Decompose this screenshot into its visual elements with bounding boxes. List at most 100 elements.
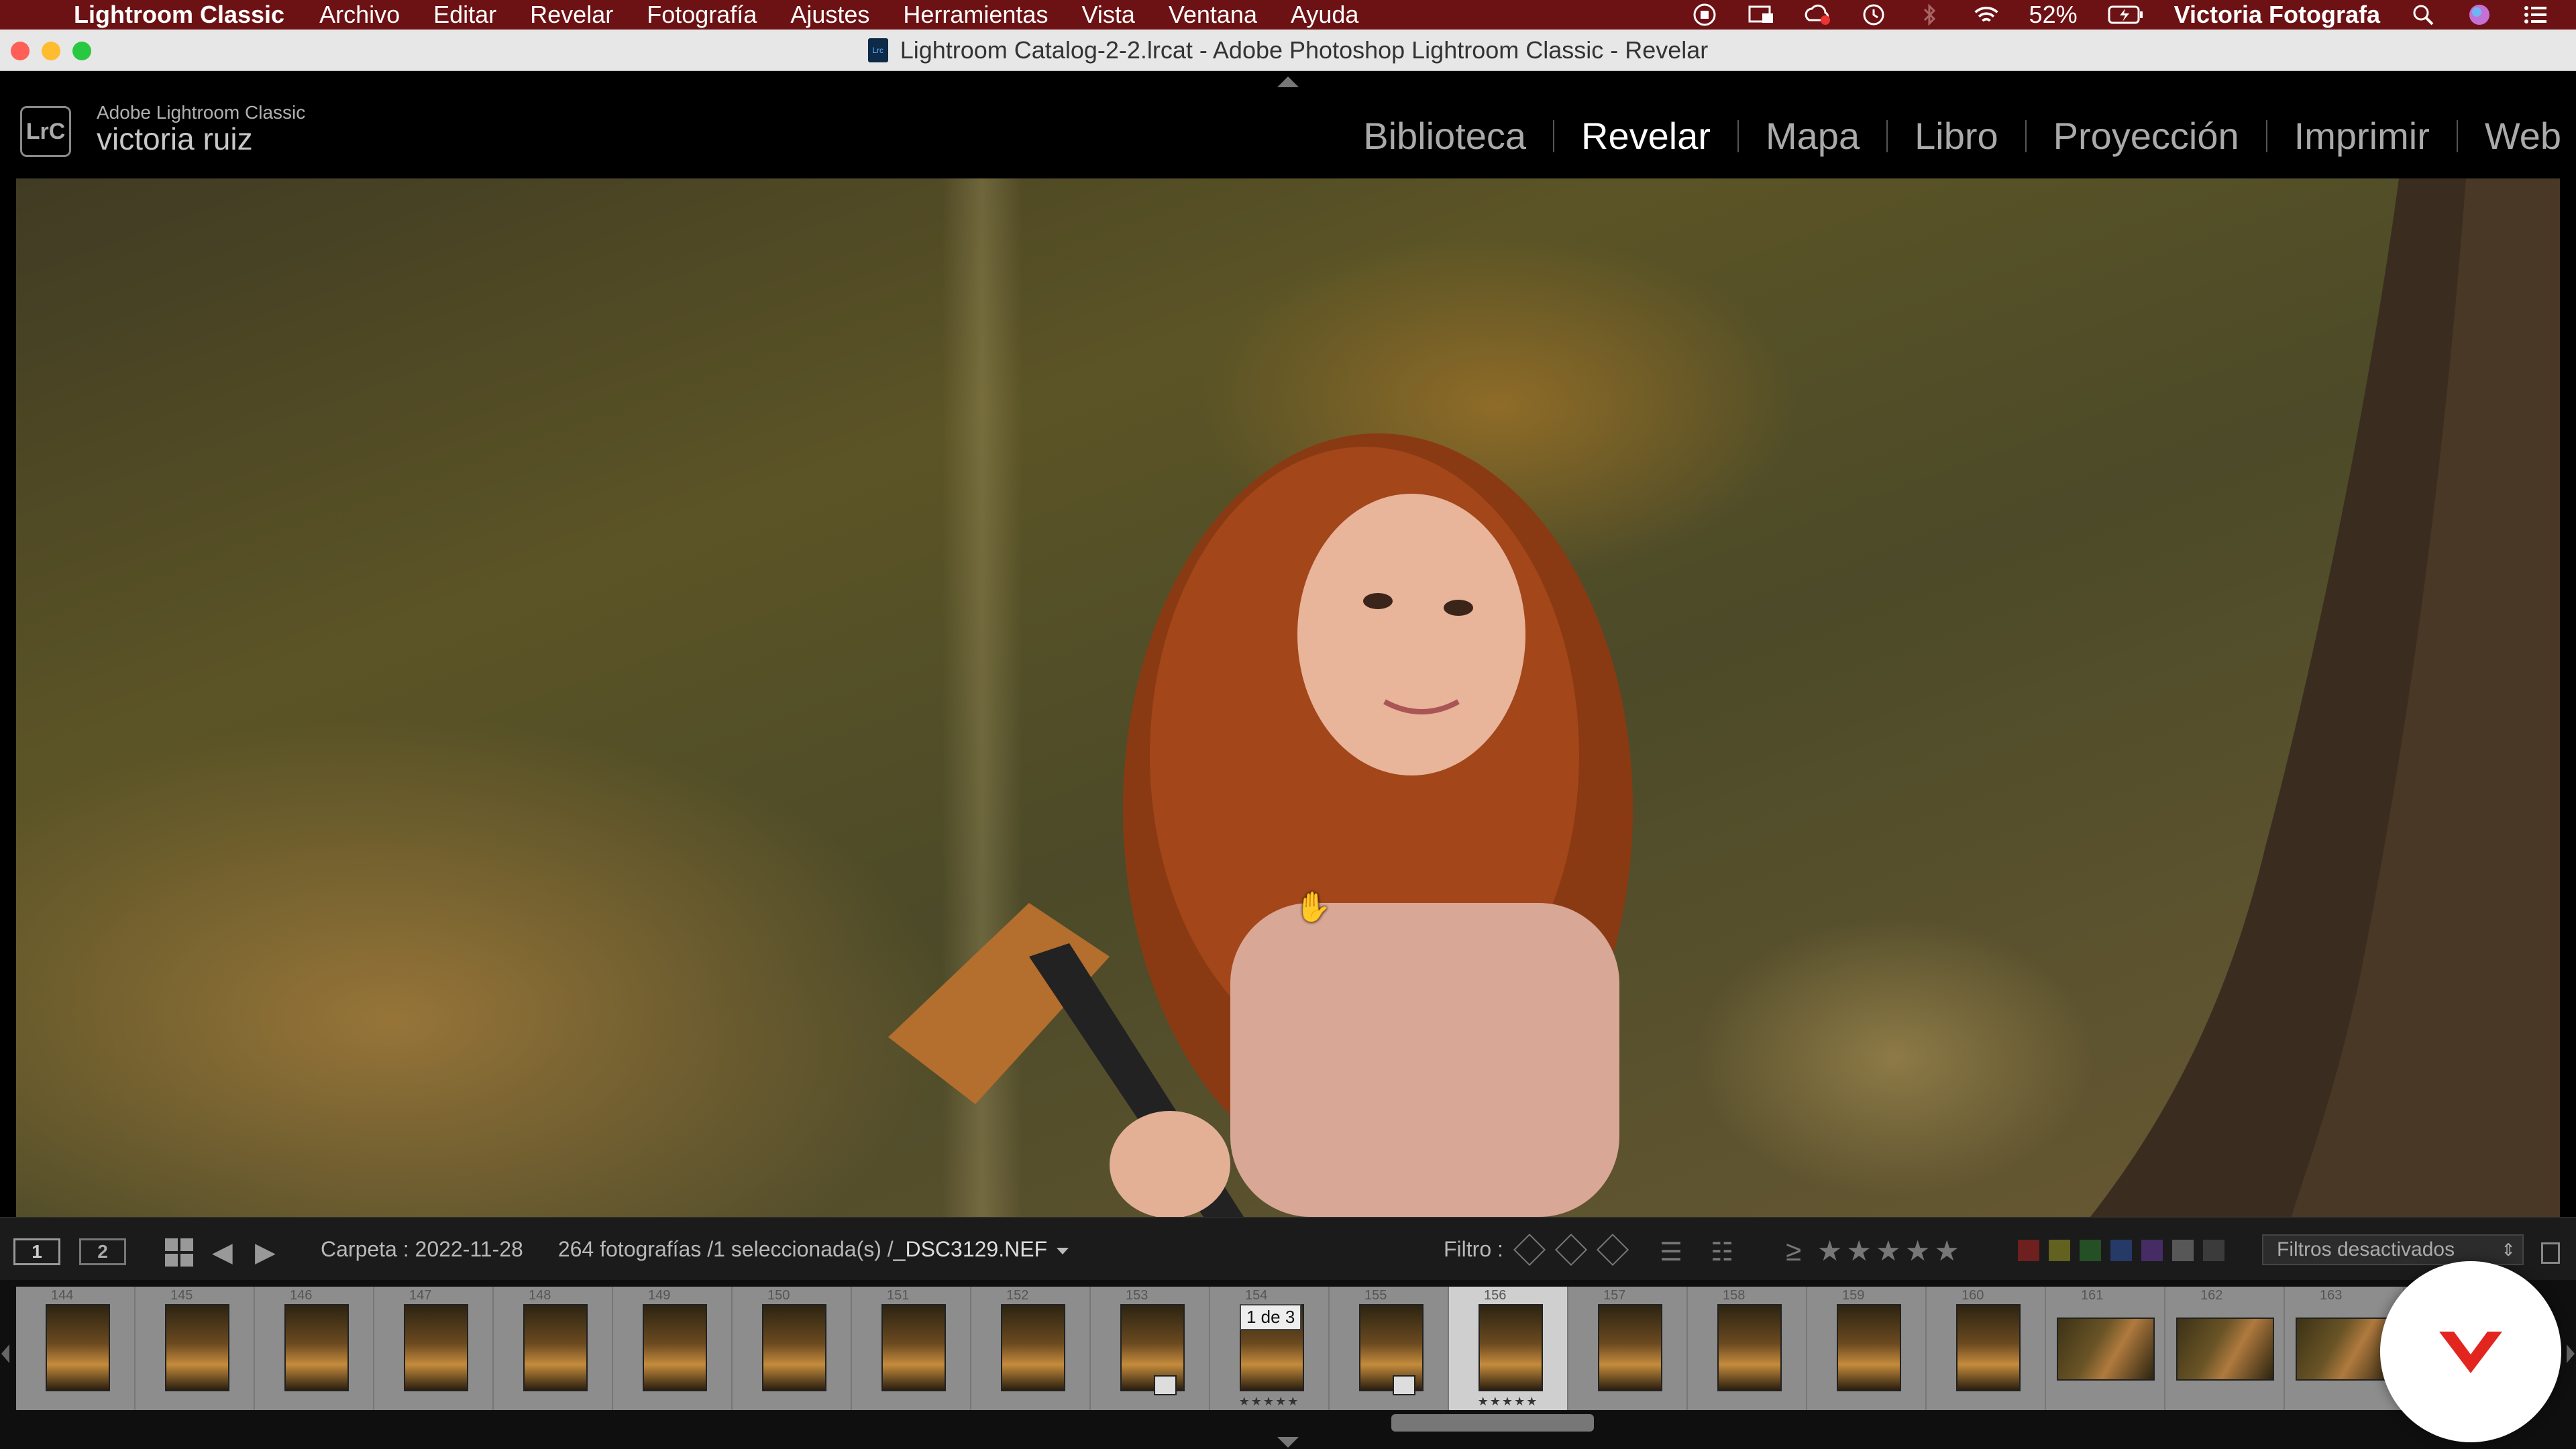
filmstrip-cell[interactable]: 159 <box>1807 1287 1927 1410</box>
menu-app-name[interactable]: Lightroom Classic <box>74 1 284 29</box>
filmstrip-cell[interactable]: 162 <box>2165 1287 2285 1410</box>
folder-label[interactable]: Carpeta : 2022-11-28 <box>321 1237 523 1262</box>
photo-subject <box>888 433 1633 1217</box>
creative-cloud-icon[interactable] <box>1804 1 1831 28</box>
grid-view-icon[interactable] <box>165 1238 193 1267</box>
menu-item-archivo[interactable]: Archivo <box>319 1 400 29</box>
rating-filter[interactable]: ≥ ★★★★★ <box>1786 1234 1964 1267</box>
bluetooth-icon[interactable] <box>1917 1 1943 28</box>
filmstrip-cell[interactable]: 148 <box>494 1287 613 1410</box>
cell-index: 148 <box>529 1288 551 1303</box>
filter-lock-icon[interactable] <box>2541 1242 2560 1264</box>
thumbnail-image <box>2176 1318 2274 1381</box>
menu-item-herramientas[interactable]: Herramientas <box>903 1 1048 29</box>
display-icon[interactable] <box>1748 1 1774 28</box>
module-tab-biblioteca[interactable]: Biblioteca <box>1336 114 1553 158</box>
color-label-swatch[interactable] <box>2018 1240 2039 1261</box>
filmstrip-cell[interactable]: 153 <box>1091 1287 1210 1410</box>
screen-record-icon[interactable] <box>1691 1 1718 28</box>
identity-user-label: victoria ruiz <box>97 121 253 156</box>
cell-index: 155 <box>1364 1288 1387 1303</box>
filmstrip-cell[interactable]: 151 <box>852 1287 971 1410</box>
thumbnail-image <box>1479 1304 1543 1391</box>
filmstrip-cell[interactable]: 158 <box>1688 1287 1807 1410</box>
right-panel-edge-icon[interactable] <box>2567 1344 2575 1363</box>
color-label-swatch[interactable] <box>2110 1240 2132 1261</box>
photo-canvas[interactable]: ✋ <box>16 178 2560 1217</box>
cell-index: 153 <box>1126 1288 1148 1303</box>
thumbnail-image <box>284 1304 349 1391</box>
module-tab-proyección[interactable]: Proyección <box>2027 114 2266 158</box>
filmstrip-cell[interactable]: 149 <box>613 1287 733 1410</box>
thumbnail-image <box>1956 1304 2021 1391</box>
previous-photo-icon[interactable]: ◀ <box>212 1237 233 1268</box>
menu-item-ventana[interactable]: Ventana <box>1169 1 1257 29</box>
filmstrip-cell[interactable]: 161 <box>2046 1287 2165 1410</box>
collapse-filmstrip-icon[interactable] <box>1277 1437 1299 1448</box>
thumbnail-image <box>523 1304 588 1391</box>
menu-item-revelar[interactable]: Revelar <box>530 1 613 29</box>
secondary-display-button[interactable]: 2 <box>79 1238 126 1265</box>
time-machine-icon[interactable] <box>1860 1 1887 28</box>
color-label-swatch[interactable] <box>2080 1240 2101 1261</box>
primary-display-button[interactable]: 1 <box>13 1238 60 1265</box>
flag-rejected-icon[interactable] <box>1596 1233 1629 1266</box>
spotlight-search-icon[interactable] <box>2410 1 2436 28</box>
filter-label: Filtro : <box>1444 1237 1503 1261</box>
thumbnail-image <box>1837 1304 1901 1391</box>
rating-stars[interactable]: ★★★★★ <box>1817 1235 1964 1267</box>
filmstrip-cell[interactable]: 145 <box>136 1287 255 1410</box>
notification-center-icon[interactable] <box>2522 1 2549 28</box>
edited-filter-icon[interactable]: ☰ <box>1660 1237 1697 1267</box>
menu-item-vista[interactable]: Vista <box>1081 1 1134 29</box>
filmstrip-thumbnails: 144 145 146 147 148 149 150 151 152 153 154 1 de 3 ★… <box>16 1287 2538 1410</box>
cell-index: 147 <box>409 1288 432 1303</box>
menu-item-editar[interactable]: Editar <box>433 1 496 29</box>
cell-index: 158 <box>1723 1288 1746 1303</box>
menu-item-fotografía[interactable]: Fotografía <box>647 1 757 29</box>
module-tab-imprimir[interactable]: Imprimir <box>2267 114 2457 158</box>
flag-picked-icon[interactable] <box>1513 1233 1546 1266</box>
color-label-swatch[interactable] <box>2203 1240 2224 1261</box>
color-label-swatch[interactable] <box>2049 1240 2070 1261</box>
filmstrip-cell[interactable]: 156 ★★★★★ <box>1449 1287 1568 1410</box>
module-tab-libro[interactable]: Libro <box>1888 114 2025 158</box>
unedited-filter-icon[interactable]: ☷ <box>1711 1237 1748 1267</box>
filters-preset-select[interactable]: Filtros desactivados <box>2262 1234 2524 1265</box>
filmstrip-cell[interactable]: 147 <box>374 1287 494 1410</box>
filmstrip-cell[interactable]: 150 <box>733 1287 852 1410</box>
filmstrip-cell[interactable]: 160 <box>1927 1287 2046 1410</box>
wifi-icon[interactable] <box>1973 1 2000 28</box>
flag-unflagged-icon[interactable] <box>1554 1233 1587 1266</box>
menu-item-ayuda[interactable]: Ayuda <box>1291 1 1358 29</box>
battery-percent[interactable]: 52% <box>2029 1 2078 29</box>
photo-count-dropdown[interactable]: 264 fotografías /1 seleccionada(s) /_DSC… <box>558 1237 1069 1262</box>
battery-icon[interactable] <box>2107 1 2145 28</box>
color-label-swatch[interactable] <box>2172 1240 2194 1261</box>
menu-user-name[interactable]: Victoria Fotografa <box>2174 1 2380 29</box>
filmstrip-cell[interactable]: 146 <box>255 1287 374 1410</box>
stack-badge[interactable]: 1 de 3 <box>1240 1304 1302 1330</box>
collapse-top-panel-icon[interactable] <box>1277 76 1299 87</box>
module-tab-mapa[interactable]: Mapa <box>1739 114 1886 158</box>
module-tab-revelar[interactable]: Revelar <box>1554 114 1737 158</box>
filmstrip-cell[interactable]: 144 <box>16 1287 136 1410</box>
module-tab-web[interactable]: Web <box>2458 114 2561 158</box>
filmstrip-cell[interactable]: 157 <box>1568 1287 1688 1410</box>
filmstrip-cell[interactable]: 154 1 de 3 ★★★★★ <box>1210 1287 1330 1410</box>
thumbnail-image <box>1717 1304 1782 1391</box>
photo-count-label: 264 fotografías /1 seleccionada(s) / <box>557 1237 894 1261</box>
rating-operator[interactable]: ≥ <box>1786 1235 1805 1267</box>
filmstrip-cell[interactable]: 152 <box>971 1287 1091 1410</box>
cell-index: 160 <box>1962 1288 1984 1303</box>
color-label-swatch[interactable] <box>2141 1240 2163 1261</box>
next-photo-icon[interactable]: ▶ <box>255 1237 276 1268</box>
filmstrip-cell[interactable]: 155 <box>1330 1287 1449 1410</box>
cell-index: 145 <box>170 1288 193 1303</box>
siri-icon[interactable] <box>2466 1 2493 28</box>
filmstrip-scrollbar[interactable] <box>1391 1414 1594 1432</box>
menu-item-ajustes[interactable]: Ajustes <box>790 1 869 29</box>
left-panel-edge-icon[interactable] <box>1 1344 9 1363</box>
thumbnail-image <box>404 1304 468 1391</box>
develop-adjusted-icon <box>1154 1375 1177 1395</box>
